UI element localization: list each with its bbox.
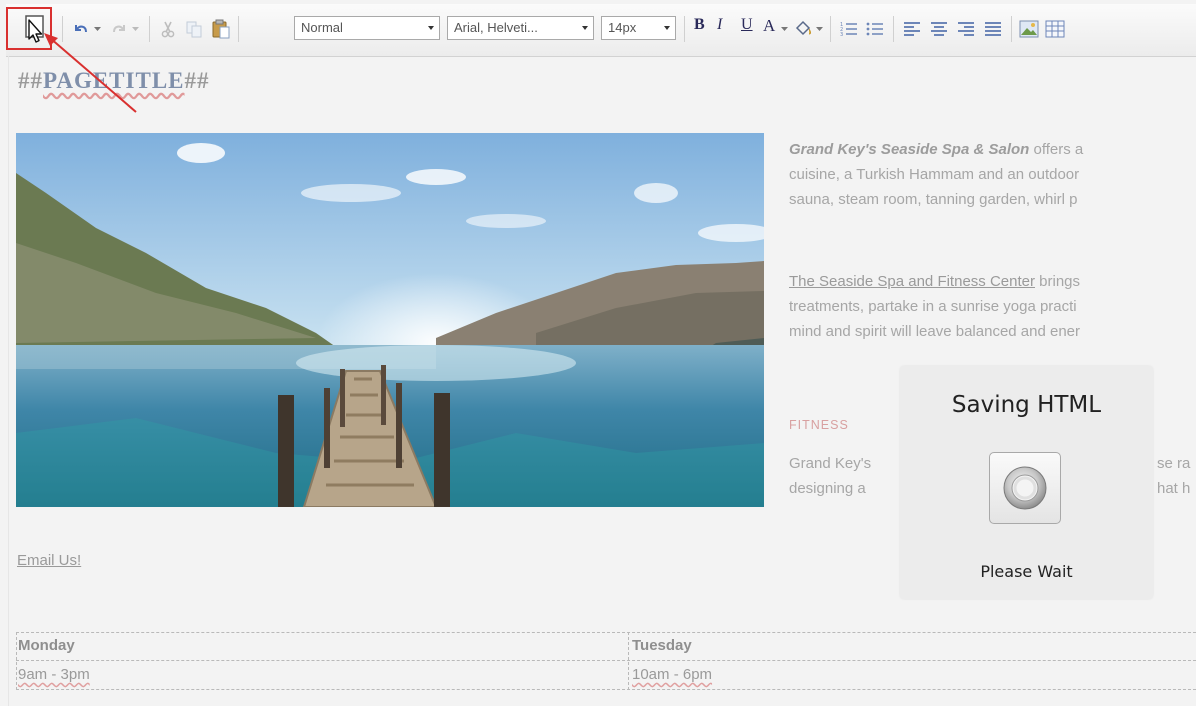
- toolbar-separator: [684, 16, 685, 42]
- fitness-paragraph-left: Grand Key's designing a: [789, 451, 899, 501]
- intro-paragraph: Grand Key's Seaside Spa & Salon offers a…: [789, 137, 1196, 212]
- spa-line-2: treatments, partake in a sunrise yoga pr…: [789, 298, 1077, 315]
- align-right-icon: [958, 22, 974, 36]
- intro-line-2: cuisine, a Turkish Hammam and an outdoor: [789, 166, 1080, 183]
- editor-left-border: [8, 56, 9, 706]
- table-border-top: [16, 632, 1196, 633]
- font-color-dropdown[interactable]: [780, 18, 790, 40]
- table-border-bottom: [16, 689, 1196, 690]
- dialog-message: Please Wait: [980, 562, 1073, 581]
- paragraph-style-value: Normal: [301, 20, 343, 35]
- font-family-select[interactable]: Arial, Helveti...: [447, 16, 594, 40]
- align-center-button[interactable]: [928, 18, 950, 40]
- schedule-day-tuesday: Tuesday: [632, 637, 692, 654]
- align-center-icon: [931, 22, 947, 36]
- fitness-line-1-right: se ra: [1157, 455, 1191, 472]
- fitness-line-2-right: hat h: [1157, 480, 1191, 497]
- spa-line-3: mind and spirit will leave balanced and …: [789, 323, 1081, 340]
- insert-table-button[interactable]: [1044, 18, 1066, 40]
- chevron-down-icon: [664, 26, 670, 30]
- toolbar-separator: [830, 16, 831, 42]
- insert-image-button[interactable]: [1018, 18, 1040, 40]
- table-border-middle: [16, 660, 1196, 661]
- paste-icon: [212, 19, 230, 39]
- image-icon: [1019, 20, 1039, 38]
- copy-icon: [186, 21, 202, 38]
- chevron-down-icon: [816, 27, 823, 31]
- dialog-title: Saving HTML: [951, 392, 1102, 418]
- align-left-icon: [904, 22, 920, 36]
- scissors-icon: [161, 21, 175, 38]
- align-right-button[interactable]: [955, 18, 977, 40]
- bullet-list-icon: [866, 22, 883, 36]
- editor-toolbar: Normal Arial, Helveti... 14px B I U A 1 …: [6, 4, 1196, 57]
- saving-dialog: Saving HTML Please Wait: [900, 366, 1153, 599]
- email-us-link[interactable]: Email Us!: [17, 552, 81, 569]
- ordered-list-button[interactable]: 1 2 3: [838, 18, 860, 40]
- paint-bucket-icon: [795, 20, 811, 36]
- intro-bold-text: Grand Key's Seaside Spa & Salon: [789, 141, 1030, 158]
- align-left-button[interactable]: [901, 18, 923, 40]
- toolbar-separator: [1011, 16, 1012, 42]
- loading-spinner: [989, 452, 1061, 524]
- spa-fitness-link[interactable]: The Seaside Spa and Fitness Center: [789, 273, 1035, 290]
- bold-button[interactable]: B: [694, 16, 705, 34]
- paste-button[interactable]: [210, 18, 232, 40]
- spinner-icon: [1003, 466, 1047, 510]
- numbered-list-icon: 1 2 3: [840, 22, 857, 37]
- table-column-divider: [628, 632, 629, 690]
- spa-paragraph: The Seaside Spa and Fitness Center bring…: [789, 269, 1196, 344]
- fitness-heading: FITNESS: [789, 418, 849, 432]
- chevron-down-icon: [582, 26, 588, 30]
- schedule-day-monday: Monday: [18, 637, 75, 654]
- font-family-value: Arial, Helveti...: [454, 20, 538, 35]
- schedule-hours-monday: 9am - 3pm: [18, 666, 90, 683]
- font-size-select[interactable]: 14px: [601, 16, 676, 40]
- paragraph-style-select[interactable]: Normal: [294, 16, 440, 40]
- italic-button[interactable]: I: [717, 16, 722, 34]
- copy-button[interactable]: [184, 18, 204, 40]
- justify-button[interactable]: [982, 18, 1004, 40]
- unordered-list-button[interactable]: [864, 18, 886, 40]
- svg-text:3: 3: [840, 32, 843, 37]
- table-icon: [1045, 20, 1065, 38]
- align-justify-icon: [985, 22, 1001, 36]
- chevron-down-icon: [428, 26, 434, 30]
- toolbar-separator: [238, 16, 239, 42]
- font-size-value: 14px: [608, 20, 637, 35]
- fitness-paragraph-right: se ra hat h: [1157, 451, 1196, 501]
- intro-rest-text: offers a: [1029, 141, 1084, 158]
- annotation-arrow: [44, 33, 137, 113]
- fitness-line-2-left: designing a: [789, 480, 866, 497]
- chevron-down-icon: [781, 27, 788, 31]
- table-border-left: [16, 632, 17, 690]
- page-title-suffix: ##: [184, 68, 210, 93]
- highlight-color-button[interactable]: [792, 18, 814, 40]
- underline-button[interactable]: U: [741, 16, 753, 34]
- schedule-table: Monday 9am - 3pm Tuesday 10am - 6pm: [16, 632, 1196, 690]
- intro-line-3: sauna, steam room, tanning garden, whirl…: [789, 191, 1078, 208]
- seaside-pier-photo: [16, 133, 764, 507]
- cut-button[interactable]: [158, 18, 178, 40]
- fitness-line-1-left: Grand Key's: [789, 455, 872, 472]
- spa-rest-text: brings: [1034, 273, 1081, 290]
- highlight-color-dropdown[interactable]: [814, 18, 826, 40]
- schedule-hours-tuesday: 10am - 6pm: [632, 666, 713, 683]
- toolbar-separator: [893, 16, 894, 42]
- spa-line-1: The Seaside Spa and Fitness Center bring…: [789, 269, 1196, 294]
- intro-line-1: Grand Key's Seaside Spa & Salon offers a: [789, 137, 1196, 162]
- font-color-button[interactable]: A: [763, 16, 775, 36]
